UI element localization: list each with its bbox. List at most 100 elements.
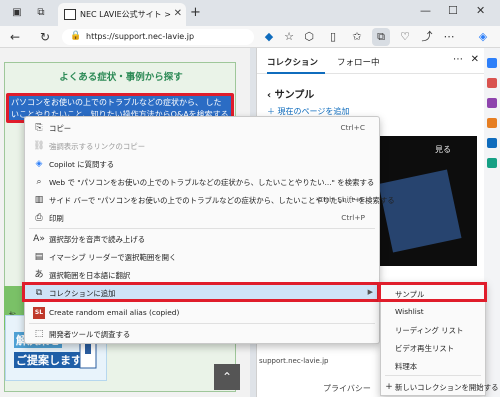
menu-separator — [29, 323, 375, 324]
submenu-separator — [385, 375, 481, 376]
search-icon: ⌕ — [36, 177, 42, 187]
address-bar[interactable]: 🔒 https://support.nec-lavie.jp — [62, 29, 254, 45]
tab-collections[interactable]: コレクション — [267, 56, 318, 68]
split-screen-icon[interactable]: ▯ — [326, 30, 340, 44]
profile-icon[interactable]: ▣ — [10, 6, 24, 20]
submenu-label: リーディング リスト — [395, 326, 464, 335]
context-menu: ⎘ コピー Ctrl+C ⛓ 強調表示するリンクのコピー ◈ Copilot に… — [24, 116, 395, 344]
minimize-icon[interactable]: — — [420, 4, 431, 17]
menu-label: 選択範囲を日本語に翻訳 — [49, 271, 131, 280]
address-toolbar: ← ↻ 🔒 https://support.nec-lavie.jp ◆ ☆ ⬡… — [0, 26, 500, 48]
menu-label: コピー — [49, 124, 72, 133]
tab-title: NEC LAVIE公式サイト > サービス&サ — [80, 10, 172, 19]
menu-label: イマーシブ リーダーで選択範囲を開く — [49, 253, 177, 262]
devtools-icon: ⬚ — [34, 329, 44, 339]
refresh-icon[interactable]: ↻ — [38, 29, 52, 45]
submenu-label: 料理本 — [395, 362, 418, 371]
submenu-item-cookbook[interactable]: 料理本 — [381, 357, 485, 375]
drop-sidebar-icon[interactable] — [487, 158, 497, 168]
collections-icon[interactable]: ⧉ — [374, 30, 388, 44]
menu-item-ask-copilot[interactable]: ◈ Copilot に質問する — [25, 155, 379, 173]
section-title: よくある症状・事例から探す — [59, 72, 183, 83]
menu-label: 選択部分を音声で読み上げる — [49, 235, 146, 244]
submenu-item-video-playlist[interactable]: ビデオ再生リスト — [381, 339, 485, 357]
share-icon[interactable]: ⤴ — [420, 30, 434, 44]
title-bar: ▣ ⧉ NEC LAVIE公式サイト > サービス&サ ✕ + — ☐ ✕ — [0, 0, 500, 26]
menu-item-copy-link-highlight[interactable]: ⛓ 強調表示するリンクのコピー — [25, 137, 379, 155]
submenu-item-new-collection[interactable]: + 新しいコレクションを開始する — [381, 378, 498, 396]
highlight-annotation-sample — [378, 282, 487, 302]
menu-item-devtools[interactable]: ⬚ 開発者ツールで調査する — [25, 325, 379, 343]
menu-item-print[interactable]: ⎙ 印刷 Ctrl+P — [25, 209, 379, 227]
sidebar-search-icon: ▥ — [34, 195, 44, 205]
link-icon: ⛓ — [33, 141, 45, 151]
card-url: support.nec-lavie.jp — [259, 357, 329, 365]
menu-shortcut: Ctrl+C — [340, 123, 365, 132]
browser-tab[interactable]: NEC LAVIE公式サイト > サービス&サ ✕ — [58, 3, 186, 26]
highlight-annotation-collection — [22, 282, 380, 302]
nec-favicon-icon — [64, 9, 76, 20]
card-image-text: 見る — [435, 145, 451, 154]
maximize-icon[interactable]: ☐ — [448, 4, 458, 17]
games-sidebar-icon[interactable] — [487, 98, 497, 108]
submenu-label: 新しいコレクションを開始する — [395, 383, 499, 392]
menu-item-read-aloud[interactable]: A» 選択部分を音声で読み上げる — [25, 230, 379, 248]
extension-icon: SL — [33, 307, 45, 319]
panel-tabs: コレクション フォロー中 ⋯ ✕ — [257, 48, 485, 74]
menu-separator — [29, 228, 375, 229]
menu-item-sidebar-search[interactable]: ▥ サイド バーで "パソコンをお使いの上でのトラブルなどの症状から、したいこと… — [25, 191, 395, 209]
tab-following[interactable]: フォロー中 — [337, 56, 380, 68]
menu-label: 印刷 — [49, 214, 64, 223]
new-tab-icon[interactable]: + — [190, 5, 201, 20]
copy-icon: ⎘ — [35, 123, 43, 133]
outlook-sidebar-icon[interactable] — [487, 138, 497, 148]
menu-item-email-alias[interactable]: SL Create random email alias (copied) — [25, 304, 379, 322]
scroll-to-top-button[interactable]: ⌃ — [214, 364, 240, 390]
menu-label: 開発者ツールで調査する — [49, 330, 131, 339]
shopping-sidebar-icon[interactable] — [487, 118, 497, 128]
back-icon[interactable]: ← — [8, 29, 22, 45]
submenu-item-wishlist[interactable]: Wishlist — [381, 303, 485, 321]
copilot-icon[interactable]: ◈ — [476, 30, 490, 44]
menu-shortcut: Ctrl+P — [341, 213, 365, 222]
close-window-icon[interactable]: ✕ — [476, 4, 485, 17]
plus-icon: + — [385, 382, 393, 392]
menu-label: Web で "パソコンをお使いの上でのトラブルなどの症状から、したいことやりたい… — [49, 178, 375, 187]
panel-more-icon[interactable]: ⋯ — [453, 54, 463, 65]
footer-privacy-link[interactable]: プライバシー — [323, 383, 371, 394]
lock-icon[interactable]: 🔒 — [70, 31, 81, 41]
translate-icon: あ — [34, 270, 44, 280]
active-tab-underline — [267, 72, 325, 74]
more-icon[interactable]: ⋯ — [442, 30, 456, 44]
browser-essentials-icon[interactable]: ♡ — [398, 30, 412, 44]
submenu-label: ビデオ再生リスト — [395, 344, 455, 353]
tag-icon[interactable]: ◆ — [262, 30, 276, 44]
print-icon: ⎙ — [35, 213, 43, 223]
menu-label: Create random email alias (copied) — [49, 308, 180, 317]
panel-close-icon[interactable]: ✕ — [471, 54, 479, 65]
card-product-shape — [378, 169, 462, 253]
menu-label: 強調表示するリンクのコピー — [49, 142, 146, 151]
tools-sidebar-icon[interactable] — [487, 78, 497, 88]
edge-sidebar — [484, 48, 500, 397]
favorite-star-icon[interactable]: ☆ — [282, 30, 296, 44]
workspaces-icon[interactable]: ⧉ — [34, 6, 48, 20]
read-aloud-icon: A» — [33, 234, 45, 244]
collection-title[interactable]: ‹ サンプル — [267, 86, 314, 101]
banner-line2: ご提案します — [14, 352, 84, 368]
submenu-label: Wishlist — [395, 307, 424, 316]
menu-item-copy[interactable]: ⎘ コピー Ctrl+C — [25, 119, 379, 137]
favorites-icon[interactable]: ✩ — [350, 30, 364, 44]
copilot-icon: ◈ — [35, 159, 43, 169]
collection-name: サンプル — [274, 90, 315, 101]
menu-item-immersive-reader[interactable]: ▤ イマーシブ リーダーで選択範囲を開く — [25, 248, 379, 266]
menu-item-web-search[interactable]: ⌕ Web で "パソコンをお使いの上でのトラブルなどの症状から、したいことやり… — [25, 173, 379, 191]
submenu-item-reading-list[interactable]: リーディング リスト — [381, 321, 485, 339]
menu-label: Copilot に質問する — [49, 160, 115, 169]
menu-shortcut: Ctrl+Shift+E — [317, 195, 365, 204]
immersive-reader-icon: ▤ — [34, 252, 44, 262]
extensions-icon[interactable]: ⬡ — [302, 30, 316, 44]
search-sidebar-icon[interactable] — [487, 58, 497, 68]
tab-close-icon[interactable]: ✕ — [174, 8, 182, 19]
url-text: https://support.nec-lavie.jp — [86, 32, 195, 41]
